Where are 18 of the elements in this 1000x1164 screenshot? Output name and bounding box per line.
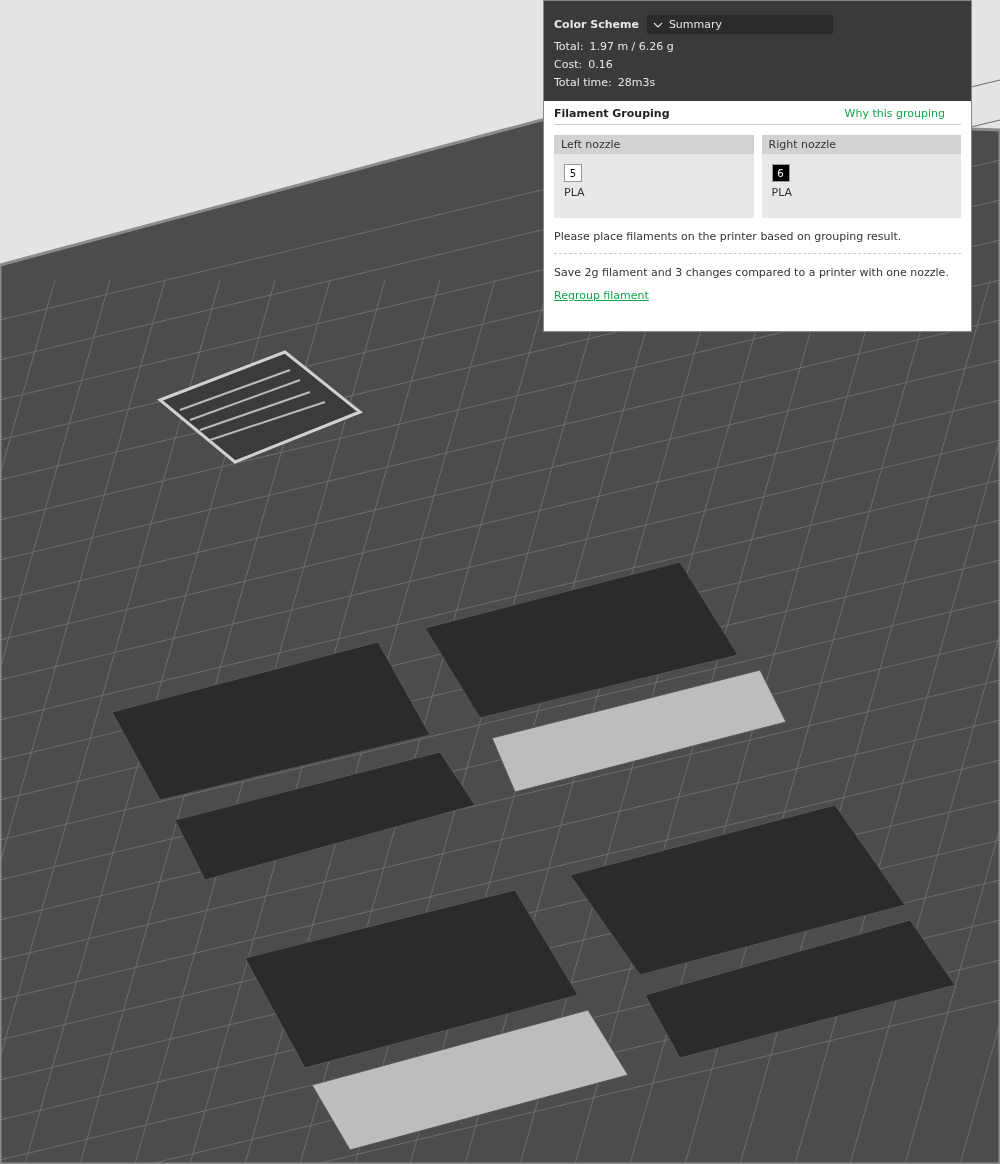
stat-label: Total: xyxy=(554,39,584,55)
saving-text: Save 2g filament and 3 changes compared to a printer with one nozzle. xyxy=(554,266,950,279)
stat-value: 28m3s xyxy=(617,75,656,91)
color-scheme-dropdown[interactable]: Summary xyxy=(646,15,833,34)
section-title: Filament Grouping xyxy=(554,107,670,120)
stat-label: Total time: xyxy=(554,75,612,91)
stat-value: 1.97 m / 6.26 g xyxy=(589,39,674,55)
nozzle-label: Left nozzle xyxy=(554,135,754,154)
color-scheme-label: Color Scheme xyxy=(554,18,639,31)
filament-material: PLA xyxy=(771,186,793,199)
nozzle-label: Right nozzle xyxy=(761,135,961,154)
chevron-down-icon xyxy=(652,21,663,28)
filament-swatch[interactable]: 6 xyxy=(771,164,790,182)
filament-material: PLA xyxy=(564,186,585,199)
filament-swatch[interactable]: 5 xyxy=(564,164,582,182)
hint-text: Please place filaments on the printer based on grouping result. xyxy=(554,230,903,243)
stat-value: 0.16 xyxy=(588,57,613,73)
stat-label: Cost: xyxy=(554,57,583,73)
